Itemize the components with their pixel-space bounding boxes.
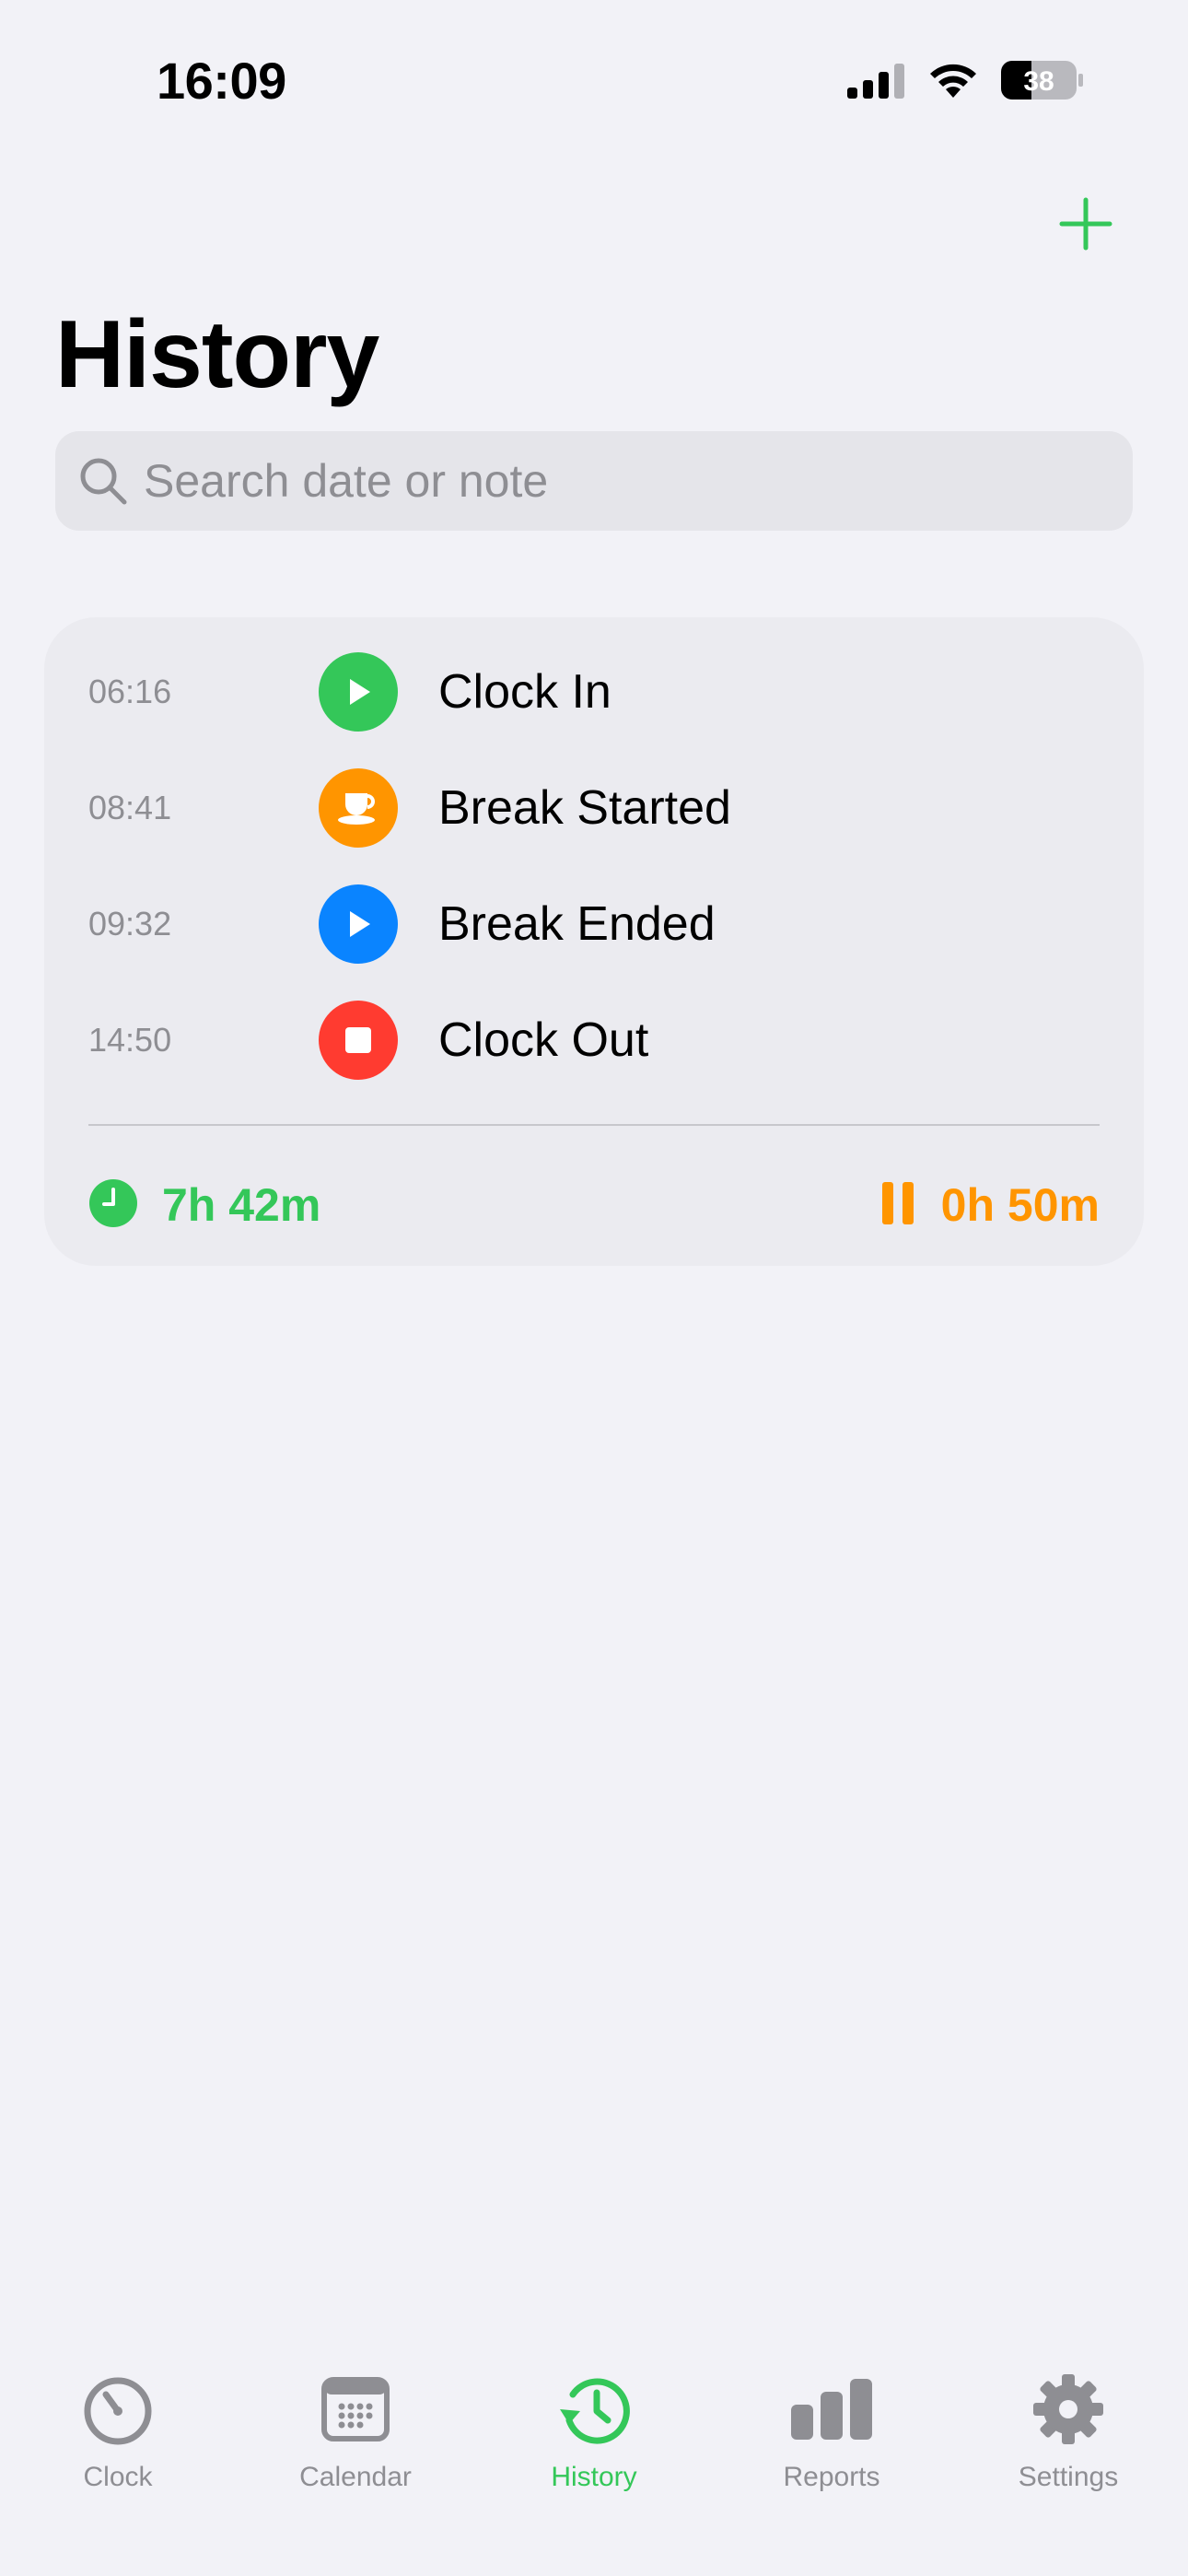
total-worked-value: 7h 42m: [162, 1179, 321, 1231]
tab-reports[interactable]: Reports: [730, 2368, 933, 2515]
page-title: History: [55, 301, 379, 408]
calendar-icon: [314, 2368, 397, 2451]
entry-label: Clock Out: [438, 1013, 649, 1067]
coffee-cup-icon: [319, 768, 398, 848]
timer-icon: [76, 2368, 159, 2451]
entry-label: Break Ended: [438, 897, 716, 951]
entry-row-clock-out[interactable]: 14:50 Clock Out: [44, 982, 1144, 1098]
add-entry-button[interactable]: [1055, 195, 1116, 256]
total-break: 0h 50m: [880, 1159, 1100, 1251]
wifi-icon: [926, 61, 980, 100]
entry-row-clock-in[interactable]: 06:16 Clock In: [44, 634, 1144, 750]
entry-row-break-started[interactable]: 08:41 Break Started: [44, 750, 1144, 866]
status-time: 16:09: [157, 52, 286, 110]
plus-icon: [1059, 197, 1112, 255]
tab-label: Clock: [83, 2462, 153, 2492]
day-entries-card: 06:16 Clock In 08:41 Break Started 09:32…: [44, 617, 1144, 1266]
tab-label: Settings: [1018, 2462, 1119, 2492]
stop-icon: [319, 1001, 398, 1080]
entry-time: 14:50: [88, 1021, 172, 1059]
tab-calendar[interactable]: Calendar: [254, 2368, 457, 2515]
card-divider: [88, 1124, 1100, 1126]
battery-icon: 38: [1000, 60, 1085, 100]
tab-label: History: [551, 2462, 637, 2492]
play-icon: [319, 884, 398, 964]
search-icon: [76, 453, 131, 509]
play-icon: [319, 652, 398, 732]
cellular-signal-icon: [847, 62, 906, 99]
tab-bar: Clock Calendar History Reports Settings: [0, 2331, 1188, 2576]
entry-label: Clock In: [438, 665, 611, 719]
tab-label: Reports: [783, 2462, 880, 2492]
tab-settings[interactable]: Settings: [967, 2368, 1170, 2515]
status-icons: 38: [847, 57, 1085, 103]
entry-time: 06:16: [88, 673, 172, 710]
entry-time: 08:41: [88, 789, 172, 826]
history-icon: [553, 2368, 635, 2451]
tab-label: Calendar: [299, 2462, 412, 2492]
entry-time: 09:32: [88, 905, 172, 943]
clock-icon: [88, 1178, 138, 1233]
gear-icon: [1027, 2368, 1110, 2451]
entry-label: Break Started: [438, 781, 731, 835]
search-bar[interactable]: [55, 431, 1133, 531]
tab-clock[interactable]: Clock: [17, 2368, 219, 2515]
search-input[interactable]: [144, 431, 1133, 531]
pause-icon: [880, 1180, 917, 1231]
bar-chart-icon: [790, 2368, 873, 2451]
entry-row-break-ended[interactable]: 09:32 Break Ended: [44, 866, 1144, 982]
total-worked: 7h 42m: [88, 1159, 320, 1251]
tab-history[interactable]: History: [493, 2368, 695, 2515]
total-break-value: 0h 50m: [940, 1179, 1100, 1231]
status-bar: 16:09 38: [0, 0, 1188, 157]
battery-level: 38: [1023, 66, 1054, 97]
